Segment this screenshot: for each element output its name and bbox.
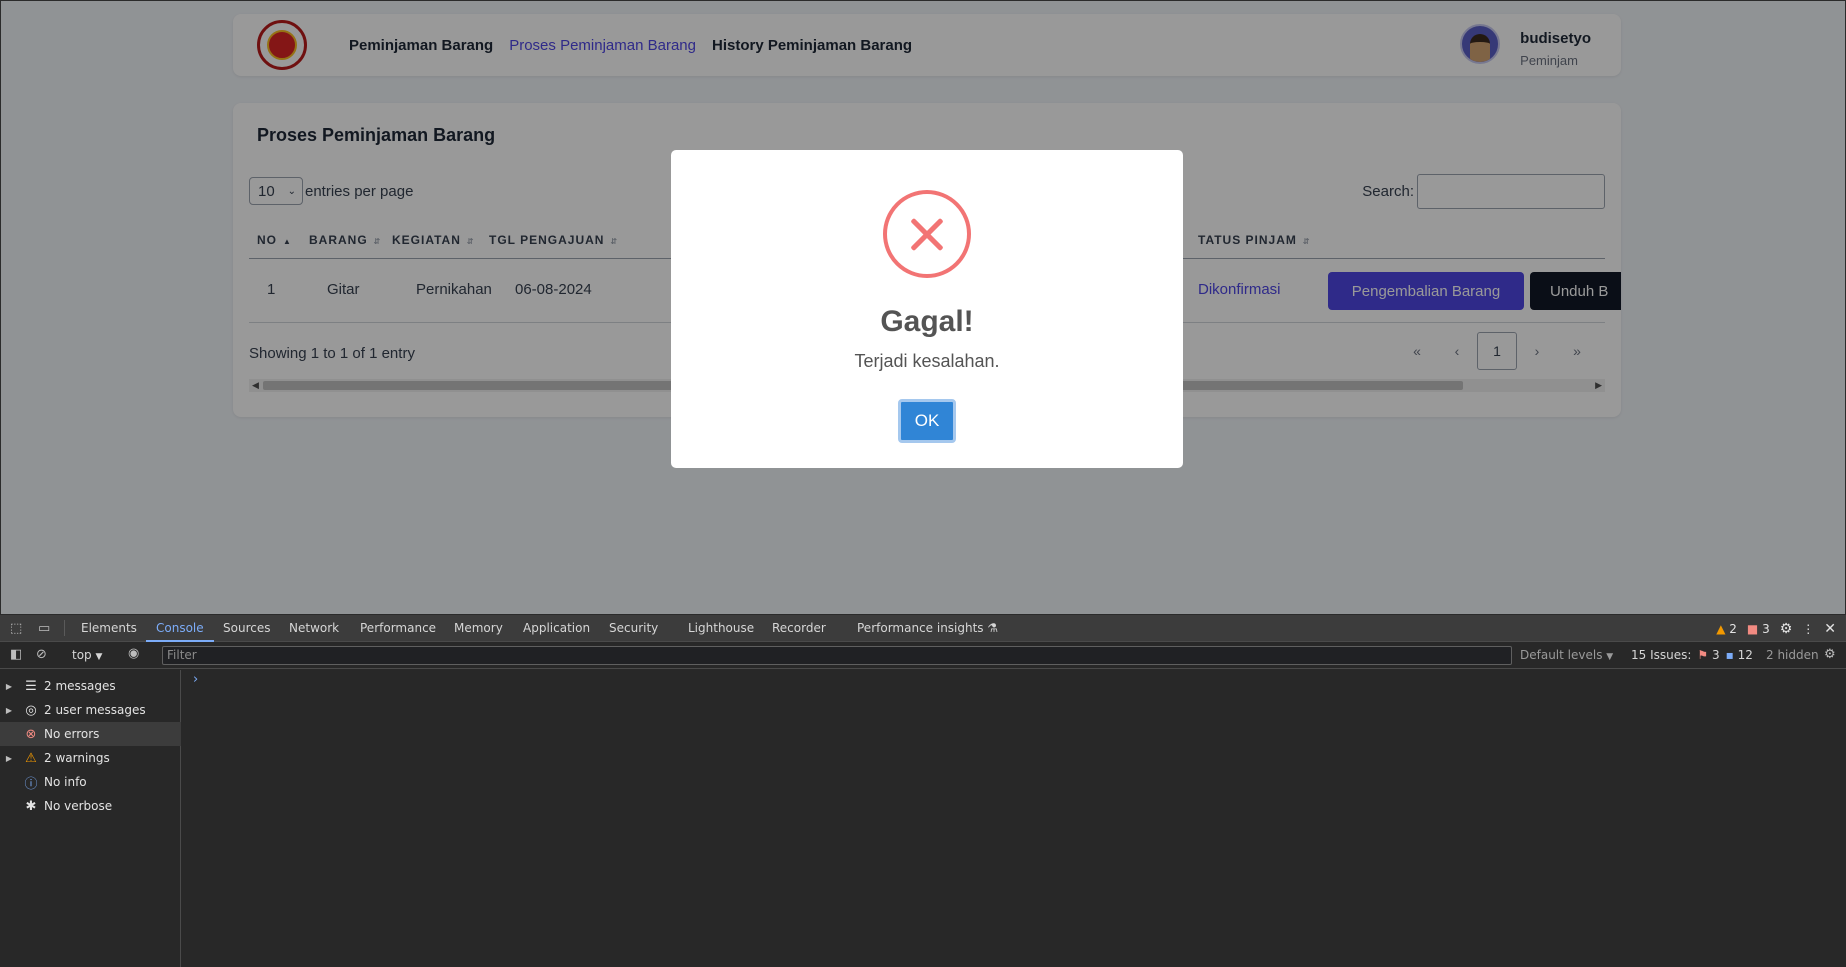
errors-counter[interactable]: ■ 3 xyxy=(1747,622,1770,636)
bug-icon: ✱ xyxy=(25,798,37,814)
error-icon: ■ xyxy=(1746,621,1759,636)
tab-recorder[interactable]: Recorder xyxy=(772,615,826,642)
dialog-message: Terjadi kesalahan. xyxy=(854,351,1000,371)
warning-icon: ⚠ xyxy=(25,750,37,766)
user-icon: ◎ xyxy=(25,702,37,718)
tab-performance[interactable]: Performance xyxy=(360,615,436,642)
tab-console[interactable]: Console xyxy=(146,615,214,642)
info-icon: ⓘ xyxy=(24,776,38,792)
inspect-element-icon[interactable]: ⬚ xyxy=(10,621,22,636)
issue-info-icon: ▪ xyxy=(1725,648,1734,662)
context-selector[interactable]: top ▼ xyxy=(72,648,102,662)
devtools-tabbar: ⬚ ▭ Elements Console Sources Network Per… xyxy=(0,615,1846,642)
log-levels-dropdown[interactable]: Default levels ▼ xyxy=(1520,648,1613,662)
tab-network[interactable]: Network xyxy=(289,615,339,642)
close-icon[interactable]: ✕ xyxy=(1824,621,1836,637)
expand-arrow-icon[interactable]: ▶ xyxy=(0,682,18,691)
list-icon: ☰ xyxy=(25,678,37,694)
tab-application[interactable]: Application xyxy=(523,615,590,642)
console-toolbar: ◧ ⊘ top ▼ ◉ Filter Default levels ▼ 15 I… xyxy=(0,642,1846,669)
expand-arrow-icon[interactable]: ▶ xyxy=(0,706,18,715)
error-dialog: Gagal! Terjadi kesalahan. OK xyxy=(671,150,1183,468)
issues-counter[interactable]: 15 Issues: ⚑ 3 ▪ 12 xyxy=(1631,648,1753,662)
ok-button[interactable]: OK xyxy=(898,399,956,443)
sidebar-item-messages[interactable]: ▶ ☰ 2 messages xyxy=(0,674,181,698)
flask-icon: ⚗ xyxy=(987,621,999,635)
tab-sources[interactable]: Sources xyxy=(223,615,270,642)
error-circle-icon: ⊗ xyxy=(25,726,37,742)
devtools-panel: ⬚ ▭ Elements Console Sources Network Per… xyxy=(0,615,1846,967)
browser-viewport: Peminjaman Barang Proses Peminjaman Bara… xyxy=(0,0,1846,615)
sidebar-toggle-icon[interactable]: ◧ xyxy=(10,647,22,662)
dropdown-caret-icon: ▼ xyxy=(1606,652,1614,662)
more-options-icon[interactable]: ⋮ xyxy=(1802,622,1814,636)
console-prompt-icon[interactable]: › xyxy=(193,672,198,687)
device-toolbar-icon[interactable]: ▭ xyxy=(38,621,50,636)
tab-lighthouse[interactable]: Lighthouse xyxy=(688,615,754,642)
console-filter-input[interactable]: Filter xyxy=(162,646,1512,665)
warnings-counter[interactable]: ▲ 2 xyxy=(1716,622,1737,636)
console-settings-icon[interactable]: ⚙ xyxy=(1824,647,1836,662)
sidebar-item-warnings[interactable]: ▶ ⚠ 2 warnings xyxy=(0,746,181,770)
devtools-right-controls: ▲ 2 ■ 3 ⚙ ⋮ ✕ xyxy=(1716,615,1836,642)
settings-gear-icon[interactable]: ⚙ xyxy=(1780,621,1793,637)
clear-console-icon[interactable]: ⊘ xyxy=(36,647,47,662)
dropdown-caret-icon: ▼ xyxy=(95,652,103,662)
issue-error-icon: ⚑ xyxy=(1697,648,1709,662)
hidden-count: 2 hidden xyxy=(1766,648,1819,662)
dialog-title: Gagal! xyxy=(880,305,974,338)
error-x-icon xyxy=(883,190,971,278)
sidebar-item-user-messages[interactable]: ▶ ◎ 2 user messages xyxy=(0,698,181,722)
console-sidebar: ▶ ☰ 2 messages ▶ ◎ 2 user messages ⊗ No … xyxy=(0,670,181,967)
tab-performance-insights[interactable]: Performance insights ⚗ xyxy=(857,615,998,642)
sidebar-item-info[interactable]: ⓘ No info xyxy=(0,770,181,794)
tab-security[interactable]: Security xyxy=(609,615,658,642)
expand-arrow-icon[interactable]: ▶ xyxy=(0,754,18,763)
sidebar-item-verbose[interactable]: ✱ No verbose xyxy=(0,794,181,818)
sidebar-item-errors[interactable]: ⊗ No errors xyxy=(0,722,181,746)
tab-memory[interactable]: Memory xyxy=(454,615,503,642)
tab-elements[interactable]: Elements xyxy=(81,615,137,642)
warning-icon: ▲ xyxy=(1716,621,1726,636)
eye-icon[interactable]: ◉ xyxy=(128,646,139,661)
